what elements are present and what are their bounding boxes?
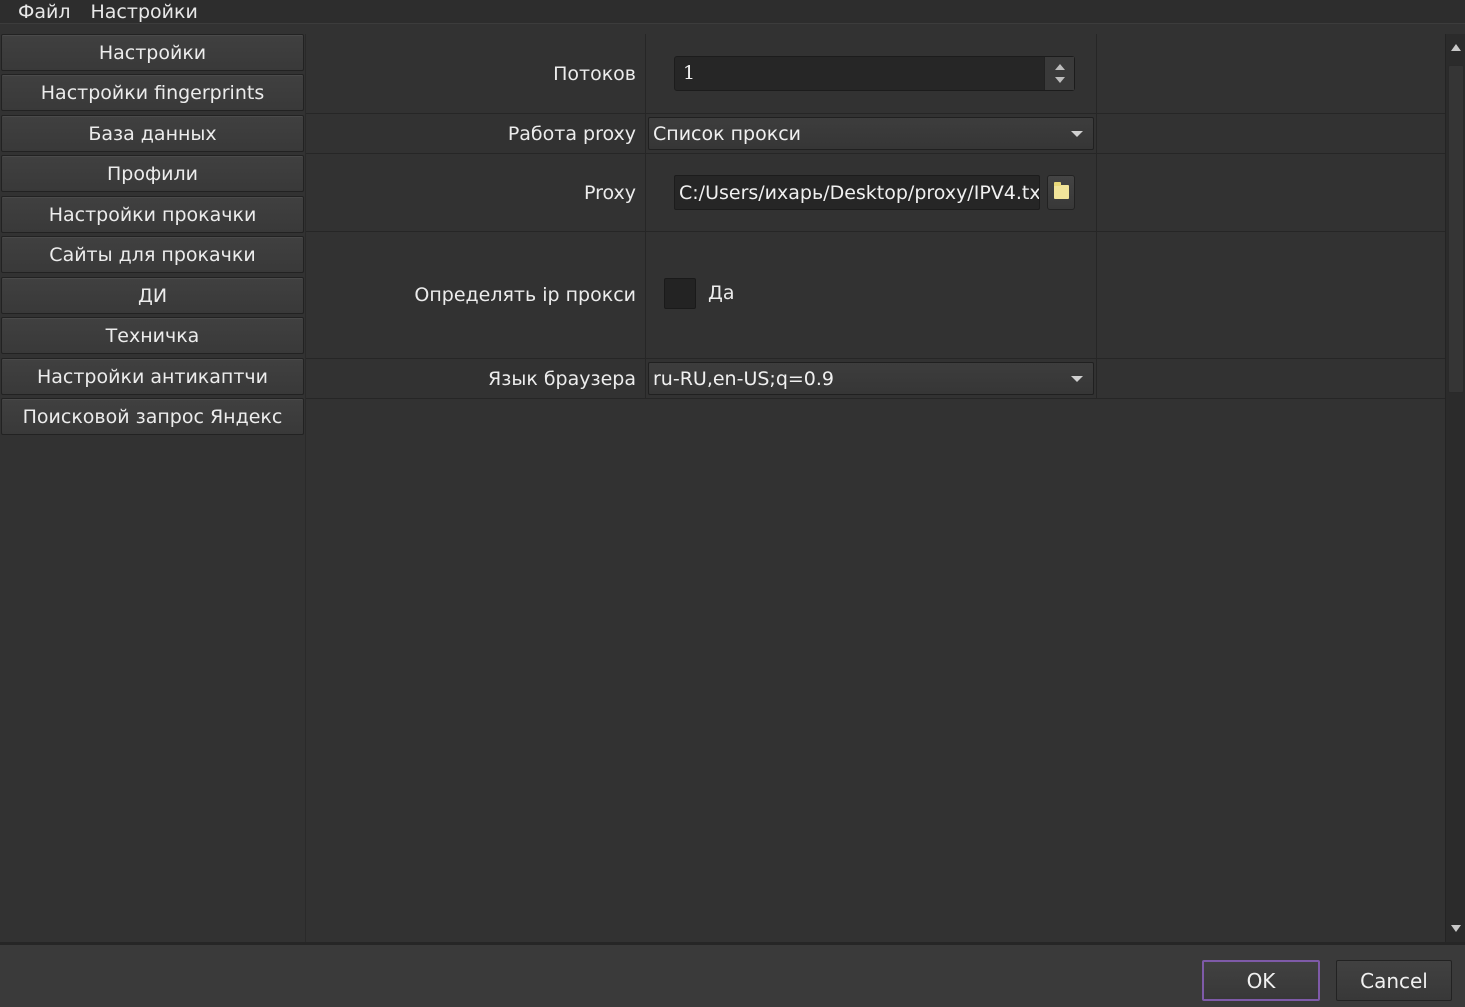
detect-ip-checkbox-label: Да bbox=[708, 282, 735, 304]
detect-ip-label: Определять ip прокси bbox=[414, 284, 636, 306]
ok-button[interactable]: OK bbox=[1202, 960, 1320, 1001]
folder-icon bbox=[1054, 182, 1069, 199]
scroll-down-icon[interactable] bbox=[1451, 925, 1461, 932]
scrollbar-thumb[interactable] bbox=[1448, 65, 1464, 393]
threads-label: Потоков bbox=[553, 62, 636, 85]
spin-up-icon[interactable] bbox=[1055, 64, 1065, 70]
proxy-label: Proxy bbox=[583, 181, 636, 204]
menu-bar: Файл Настройки bbox=[0, 0, 1465, 24]
browser-lang-label: Язык браузера bbox=[488, 367, 636, 390]
sidebar-item-yandex-query[interactable]: Поисковой запрос Яндекс bbox=[1, 398, 304, 435]
browser-lang-select[interactable]: ru-RU,en-US;q=0.9 bbox=[648, 362, 1094, 395]
browser-lang-value: ru-RU,en-US;q=0.9 bbox=[653, 367, 835, 390]
proxy-mode-select[interactable]: Список прокси bbox=[648, 117, 1094, 150]
row-threads: Потоков 1 bbox=[306, 34, 1445, 114]
sidebar-item-settings[interactable]: Настройки bbox=[1, 34, 304, 71]
threads-value: 1 bbox=[683, 62, 696, 84]
menu-settings[interactable]: Настройки bbox=[83, 1, 210, 23]
dialog-footer: OK Cancel bbox=[0, 942, 1465, 1007]
menu-file[interactable]: Файл bbox=[0, 1, 83, 23]
sidebar-item-profiles[interactable]: Профили bbox=[1, 155, 304, 192]
browse-button[interactable] bbox=[1047, 175, 1075, 210]
sidebar-item-di[interactable]: ДИ bbox=[1, 277, 304, 314]
proxy-mode-label: Работа proxy bbox=[507, 122, 636, 145]
cancel-button[interactable]: Cancel bbox=[1336, 960, 1452, 1001]
vertical-scrollbar[interactable] bbox=[1445, 34, 1465, 942]
row-detect-ip: Определять ip прокси Да bbox=[306, 232, 1445, 359]
settings-panel: Потоков 1 Работа proxy Список прокси Pro… bbox=[306, 34, 1445, 942]
chevron-down-icon bbox=[1071, 131, 1083, 137]
spin-down-icon[interactable] bbox=[1055, 77, 1065, 83]
sidebar-item-technical[interactable]: Техничка bbox=[1, 317, 304, 354]
row-proxy: Proxy C:/Users/ихарь/Desktop/proxy/IPV4.… bbox=[306, 154, 1445, 232]
detect-ip-checkbox[interactable] bbox=[664, 278, 696, 309]
row-browser-lang: Язык браузера ru-RU,en-US;q=0.9 bbox=[306, 359, 1445, 399]
sidebar: Настройки Настройки fingerprints База да… bbox=[0, 34, 305, 942]
sidebar-item-anticaptcha[interactable]: Настройки антикаптчи bbox=[1, 358, 304, 395]
sidebar-item-pumping-settings[interactable]: Настройки прокачки bbox=[1, 196, 304, 233]
proxy-path-input[interactable]: C:/Users/ихарь/Desktop/proxy/IPV4.txt bbox=[674, 175, 1040, 210]
sidebar-item-database[interactable]: База данных bbox=[1, 115, 304, 152]
sidebar-item-pumping-sites[interactable]: Сайты для прокачки bbox=[1, 236, 304, 273]
sidebar-item-fingerprints[interactable]: Настройки fingerprints bbox=[1, 74, 304, 111]
threads-spinbox[interactable]: 1 bbox=[674, 56, 1075, 91]
chevron-down-icon bbox=[1071, 376, 1083, 382]
proxy-mode-value: Список прокси bbox=[653, 122, 802, 145]
spinbox-buttons[interactable] bbox=[1044, 57, 1074, 90]
scroll-up-icon[interactable] bbox=[1451, 44, 1461, 51]
row-proxy-mode: Работа proxy Список прокси bbox=[306, 114, 1445, 154]
